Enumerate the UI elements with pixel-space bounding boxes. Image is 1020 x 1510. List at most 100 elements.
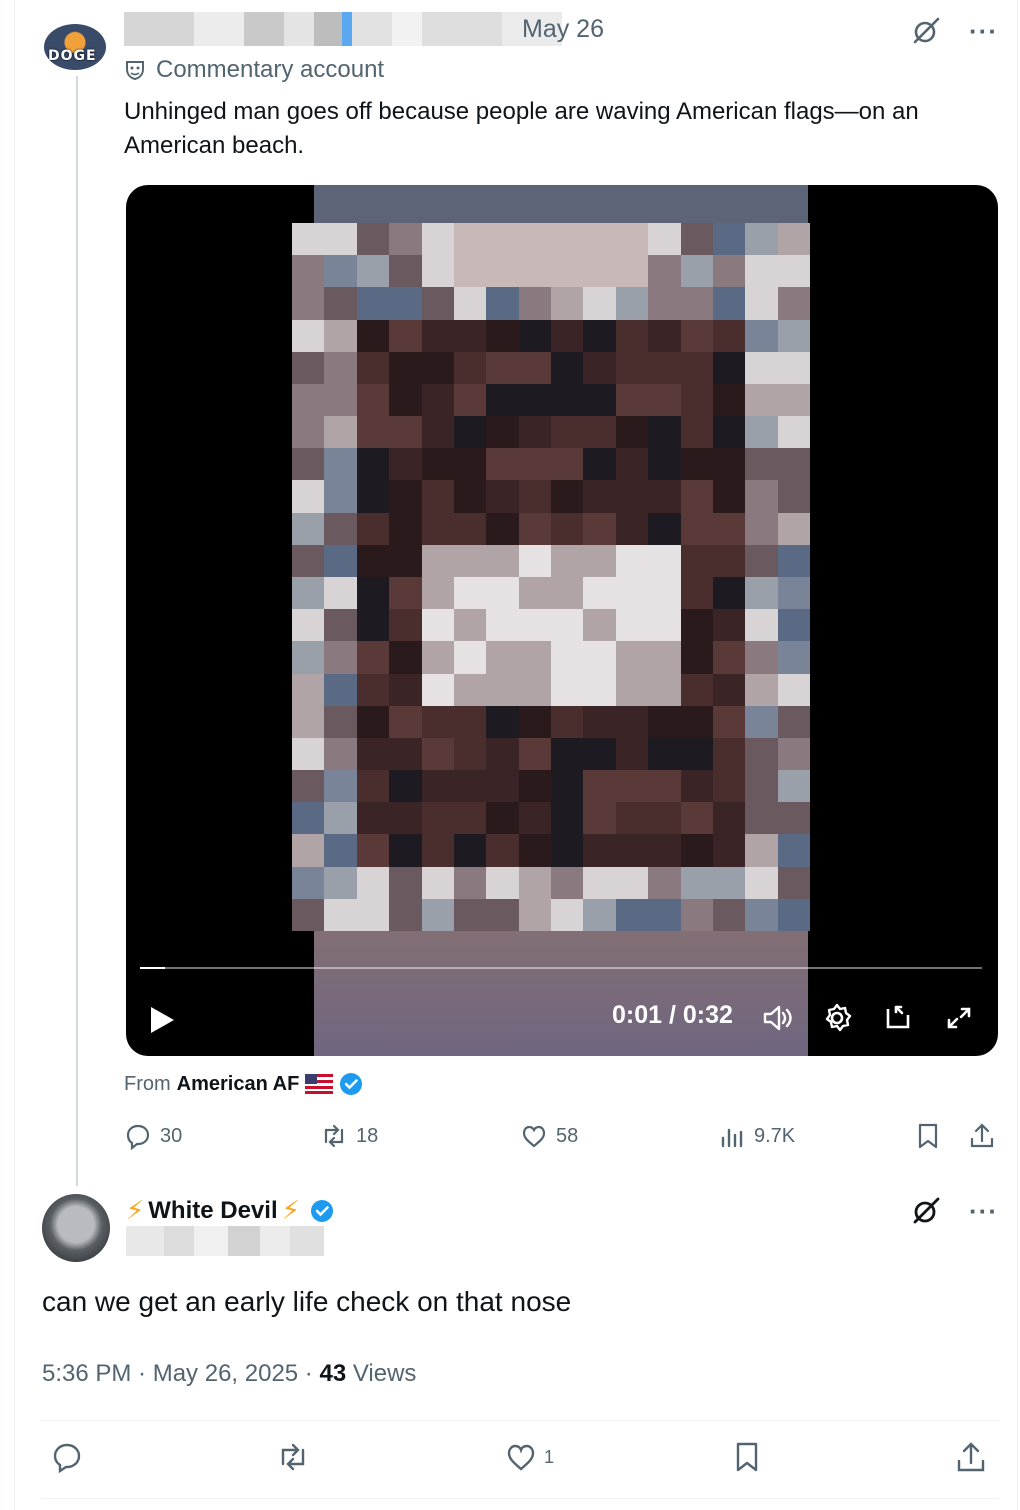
mosaic-pixel [648, 223, 681, 256]
mosaic-pixel [583, 737, 616, 771]
mosaic-pixel [389, 834, 422, 867]
left-border [14, 0, 15, 1510]
mosaic-pixel [421, 673, 454, 706]
mosaic-pixel [712, 448, 746, 481]
mosaic-pixel [615, 416, 649, 449]
mosaic-pixel [356, 641, 390, 674]
mosaic-pixel [356, 255, 390, 288]
mosaic-pixel [615, 223, 649, 256]
reply-count: 30 [160, 1124, 183, 1147]
mosaic-pixel [389, 544, 422, 577]
mosaic-pixel [615, 287, 649, 320]
views-action[interactable]: 9.7K [718, 1122, 795, 1150]
mosaic-pixel [421, 416, 454, 449]
author-avatar[interactable]: DOGE [44, 24, 106, 70]
mosaic-pixel [421, 705, 454, 738]
mosaic-pixel [583, 255, 616, 288]
like-action[interactable]: 1 [504, 1440, 554, 1474]
mosaic-pixel [486, 866, 519, 899]
mosaic-pixel [712, 351, 746, 384]
mosaic-pixel [615, 898, 649, 931]
mosaic-pixel [486, 416, 519, 449]
reply-text: can we get an early life check on that n… [42, 1286, 572, 1317]
mosaic-pixel [648, 351, 681, 384]
reply-action[interactable] [50, 1440, 84, 1474]
mosaic-pixel [421, 834, 454, 867]
play-icon[interactable] [148, 1005, 176, 1035]
mosaic-pixel [680, 287, 713, 320]
mosaic-pixel [777, 480, 810, 513]
reply-author-avatar[interactable] [42, 1194, 110, 1262]
video-progress-bar[interactable] [140, 967, 982, 969]
mosaic-pixel [712, 223, 746, 256]
mosaic-pixel [583, 641, 616, 674]
bookmark-action[interactable] [914, 1122, 942, 1150]
repost-action[interactable] [276, 1440, 310, 1474]
mosaic-pixel [356, 223, 390, 256]
fullscreen-icon[interactable] [942, 1001, 976, 1035]
grok-icon[interactable] [911, 1196, 941, 1226]
mosaic-pixel [680, 866, 713, 899]
blurred-reply-handle [126, 1226, 324, 1256]
bookmark-action[interactable] [730, 1440, 764, 1474]
mosaic-pixel [421, 512, 454, 545]
mosaic-pixel [421, 641, 454, 674]
mosaic-pixel [648, 319, 681, 352]
mosaic-pixel [356, 866, 390, 899]
bookmark-icon [736, 1442, 758, 1472]
mosaic-pixel [551, 448, 584, 481]
mosaic-pixel [421, 609, 454, 642]
mosaic-pixel [292, 287, 325, 320]
mosaic-pixel [615, 255, 649, 288]
share-action[interactable] [968, 1122, 996, 1150]
mosaic-pixel [745, 802, 778, 835]
mosaic-pixel [712, 287, 746, 320]
mosaic-pixel [453, 866, 487, 899]
mosaic-pixel [518, 609, 551, 642]
mosaic-pixel [712, 416, 746, 449]
mosaic-pixel [421, 802, 454, 835]
mosaic-pixel [615, 544, 649, 577]
mosaic-pixel [583, 480, 616, 513]
mosaic-pixel [389, 383, 422, 417]
more-options-icon[interactable]: ··· [969, 1198, 998, 1224]
mosaic-pixel [486, 448, 519, 481]
mosaic-pixel [518, 416, 551, 449]
volume-icon[interactable] [760, 1001, 794, 1035]
settings-gear-icon[interactable] [820, 1001, 854, 1035]
mosaic-pixel [292, 673, 325, 706]
post-date[interactable]: May 26 [522, 15, 604, 44]
source-account-name[interactable]: American AF [177, 1073, 300, 1096]
mosaic-pixel [680, 673, 713, 706]
repost-action[interactable]: 18 [320, 1122, 378, 1150]
reply-actions: 1 [42, 1440, 998, 1480]
mosaic-pixel [356, 319, 390, 352]
mosaic-pixel [680, 448, 713, 481]
mosaic-pixel [777, 577, 810, 610]
reply-action[interactable]: 30 [124, 1122, 182, 1150]
mosaic-pixel [777, 319, 810, 352]
mosaic-pixel [680, 512, 713, 545]
mosaic-pixel [648, 512, 681, 545]
reply-timestamp[interactable]: 5:36 PM · May 26, 2025 · [42, 1360, 319, 1387]
mosaic-pixel [680, 544, 713, 577]
mosaic-pixel [453, 480, 487, 513]
mosaic-pixel [777, 834, 810, 867]
reply-meta: 5:36 PM · May 26, 2025 · 43 Views [42, 1360, 416, 1388]
mosaic-pixel [648, 641, 681, 674]
video-player[interactable]: 0:01 / 0:32 [126, 185, 998, 1056]
like-action[interactable]: 58 [520, 1122, 578, 1150]
grok-icon[interactable] [911, 16, 941, 46]
mosaic-pixel [745, 770, 778, 803]
mosaic-pixel [712, 705, 746, 738]
mosaic-pixel [648, 287, 681, 320]
mosaic-pixel [324, 834, 357, 867]
share-action[interactable] [954, 1440, 988, 1474]
mosaic-pixel [292, 802, 325, 835]
reply-author-name[interactable]: ⚡ White Devil ⚡ [126, 1195, 334, 1226]
reply-views-count: 43 [319, 1360, 347, 1387]
mosaic-pixel [292, 609, 325, 642]
mosaic-pixel [292, 770, 325, 803]
more-options-icon[interactable]: ··· [969, 18, 998, 44]
picture-in-picture-icon[interactable] [882, 1001, 916, 1035]
